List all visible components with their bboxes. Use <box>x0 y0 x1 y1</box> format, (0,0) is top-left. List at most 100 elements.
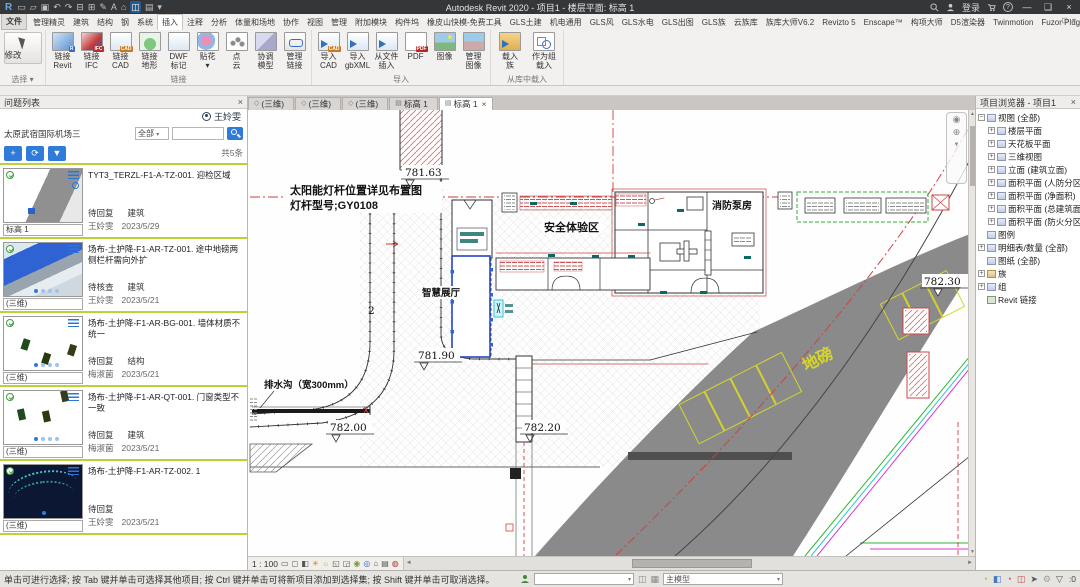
tree-item[interactable]: + 面积平面 (总建筑面积) <box>978 202 1080 215</box>
expander-icon[interactable]: + <box>988 218 995 225</box>
issue-title[interactable]: 场布-土护降-F1-AR-BG-001. 墙体材质不统一 <box>88 318 244 340</box>
tree-item[interactable]: + 三维视图 <box>978 150 1080 163</box>
view-control-icon[interactable]: ☼ <box>322 559 329 568</box>
close-icon[interactable]: × <box>1071 97 1076 107</box>
ribbon-tab[interactable]: 分析 <box>207 15 231 30</box>
ribbon-tab[interactable]: 构件坞 <box>391 15 423 30</box>
pagination-dots[interactable] <box>42 511 46 515</box>
view-control-icon[interactable]: ◉ <box>353 559 360 568</box>
help-icon[interactable]: ? <box>1003 2 1013 12</box>
expander-icon[interactable]: − <box>978 114 985 121</box>
view-control-icon[interactable]: ▤ <box>381 559 389 568</box>
tree-item[interactable]: + 族 <box>978 267 1080 280</box>
statusbar-icon[interactable]: ◧ <box>993 574 1002 585</box>
ribbon-tab[interactable]: 云族库 <box>730 15 762 30</box>
ribbon-button[interactable]: PDF PDF <box>401 31 430 61</box>
view-control-icon[interactable]: ◎ <box>363 559 370 568</box>
search-input[interactable] <box>172 127 224 140</box>
expander-icon[interactable]: + <box>988 140 995 147</box>
ribbon-tab[interactable]: 族库大师V6.2 <box>762 15 818 30</box>
qat-icon[interactable]: ▭ <box>17 1 26 13</box>
ribbon-button[interactable]: 作为组载入 <box>527 31 561 70</box>
chevron-down-icon[interactable]: ▼ <box>947 139 966 152</box>
view-control-icon[interactable]: ⌂ <box>373 559 378 568</box>
ribbon-button[interactable]: 图像 <box>430 31 459 61</box>
ribbon-tab[interactable]: 建筑 <box>69 15 93 30</box>
ribbon-tab[interactable]: GLS族 <box>698 15 730 30</box>
tree-item[interactable]: − 视图 (全部) <box>978 111 1080 124</box>
tree-item[interactable]: Revit 链接 <box>978 293 1080 306</box>
restore-button[interactable]: ❑ <box>1041 2 1055 13</box>
qat-icon[interactable]: A <box>111 1 117 13</box>
view-tab[interactable]: ◇ (三维) <box>295 97 341 110</box>
issue-title[interactable]: TYT3_TERZL-F1-A-TZ-001. 迎检区域 <box>88 170 244 181</box>
expander-icon[interactable]: + <box>988 127 995 134</box>
drawing-viewport[interactable]: 地磅 <box>248 110 968 556</box>
scroll-left-icon[interactable]: ◄ <box>406 557 412 570</box>
ribbon-tab[interactable]: GLS土建 <box>506 15 546 30</box>
tree-item[interactable]: 图纸 (全部) <box>978 254 1080 267</box>
pagination-dots[interactable] <box>34 437 38 441</box>
issue-title[interactable]: 场布-土护降-F1-AR-QT-001. 门窗类型不一致 <box>88 392 244 414</box>
vertical-scrollbar[interactable]: ▲ ▼ <box>968 110 975 556</box>
expander-icon[interactable]: + <box>978 283 985 290</box>
ribbon-tab[interactable]: 注释 <box>183 15 207 30</box>
ribbon-tab[interactable]: Enscape™ <box>860 15 907 30</box>
issue-title[interactable]: 场布-土护降-F1-AR-TZ-002. 1 <box>88 466 244 477</box>
ribbon-button[interactable]: 贴花▾ <box>193 31 222 70</box>
zoom-icon[interactable]: ⊕ <box>947 126 966 139</box>
view-control-icon[interactable]: ☀ <box>312 559 319 568</box>
view-tab[interactable]: ▤ 标高 1 <box>389 97 438 110</box>
ribbon-tab[interactable]: 机电通用 <box>546 15 586 30</box>
user-name[interactable]: 王姈雯 <box>214 110 241 123</box>
revit-logo-icon[interactable]: R <box>0 2 17 13</box>
tree-item[interactable]: + 天花板平面 <box>978 137 1080 150</box>
filter-button[interactable]: ▼ <box>48 146 66 161</box>
qat-icon[interactable]: ▣ <box>41 1 50 13</box>
expander-icon[interactable]: + <box>978 270 985 277</box>
qat-icon[interactable]: ↶ <box>53 1 61 13</box>
tree-item[interactable]: + 组 <box>978 280 1080 293</box>
editable-only-icon[interactable]: ◫ <box>638 574 647 585</box>
tree-item[interactable]: + 面积平面 (人防分区面积) <box>978 176 1080 189</box>
ribbon-tab[interactable]: 橡皮山快模-免费工具 <box>423 15 506 30</box>
close-icon[interactable]: × <box>482 98 487 110</box>
user-icon[interactable] <box>946 3 955 12</box>
ribbon-button[interactable]: 导入gbXML <box>343 31 372 70</box>
ribbon-tab[interactable]: 体量和场地 <box>231 15 279 30</box>
ribbon-tab[interactable]: 视图 <box>303 15 327 30</box>
issue-card[interactable]: 标高 1 TYT3_TERZL-F1-A-TZ-001. 迎检区域 待回复建筑 … <box>0 165 247 239</box>
menu-icon[interactable] <box>68 467 79 475</box>
pagination-dots[interactable] <box>34 363 38 367</box>
view-control-icon[interactable]: ◧ <box>301 559 309 568</box>
menu-icon[interactable] <box>68 171 79 179</box>
statusbar-icon[interactable]: ▽ <box>1056 574 1063 585</box>
ribbon-tab[interactable]: 协作 <box>279 15 303 30</box>
ribbon-state-icon[interactable]: ▾ <box>1072 16 1076 25</box>
ribbon-tab[interactable]: GLS出图 <box>658 15 698 30</box>
issue-thumbnail[interactable] <box>3 168 83 223</box>
ribbon-button[interactable]: 从文件插入 <box>372 31 401 70</box>
ribbon-tab[interactable]: 钢 <box>117 15 133 30</box>
qat-icon[interactable]: ▾ <box>157 1 162 13</box>
view-control-icon[interactable]: ◍ <box>392 559 399 568</box>
view-control-icon[interactable]: ◻ <box>292 559 299 568</box>
signin-button[interactable]: 登录 <box>962 1 980 14</box>
ribbon-button[interactable]: 链接地形 <box>135 31 164 70</box>
view-tab[interactable]: ▤ 标高 1 × <box>439 97 493 110</box>
expander-icon[interactable]: + <box>988 153 995 160</box>
ribbon-tab[interactable]: D5渲染器 <box>947 15 989 30</box>
menu-icon[interactable] <box>68 245 79 253</box>
qat-icon[interactable]: ⌂ <box>121 1 126 13</box>
pagination-dots[interactable] <box>34 289 38 293</box>
close-icon[interactable]: × <box>238 97 243 107</box>
ribbon-tab[interactable]: 插入 <box>157 14 183 30</box>
view-tab[interactable]: ◇ (三维) <box>342 97 388 110</box>
tree-item[interactable]: + 明细表/数量 (全部) <box>978 241 1080 254</box>
tree-item[interactable]: + 楼层平面 <box>978 124 1080 137</box>
ribbon-button[interactable]: IFC 链接IFC <box>77 31 106 70</box>
tree-item[interactable]: + 面积平面 (净面积) <box>978 189 1080 202</box>
ribbon-button[interactable]: DWF标记 <box>164 31 193 70</box>
ribbon-tab[interactable]: 附加模块 <box>351 15 391 30</box>
close-button[interactable]: × <box>1062 2 1076 12</box>
